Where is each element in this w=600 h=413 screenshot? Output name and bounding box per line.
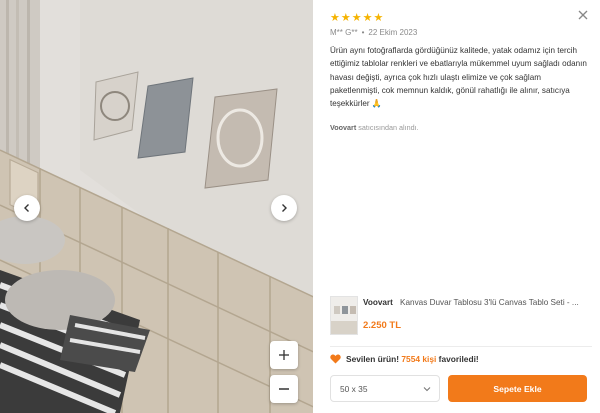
zoom-out-button[interactable] <box>270 375 298 403</box>
review-author: M** G** <box>330 28 358 37</box>
star-icon: ★ <box>330 12 340 24</box>
review-text: Ürün aynı fotoğraflarda gördüğünüz kalit… <box>330 46 587 109</box>
plus-icon <box>279 350 289 360</box>
product-thumbnail[interactable] <box>330 296 358 335</box>
next-photo-button[interactable] <box>271 195 297 221</box>
zoom-in-button[interactable] <box>270 341 298 369</box>
size-select-value: 50 x 35 <box>340 383 368 394</box>
star-icon: ★ <box>340 12 351 24</box>
favorite-suffix: favoriledi! <box>438 354 479 364</box>
star-icon: ★ <box>362 12 373 24</box>
seller-name[interactable]: Voovart <box>330 123 356 132</box>
previous-photo-button[interactable] <box>14 195 40 221</box>
review-photo <box>0 0 313 413</box>
product-brand[interactable]: Voovart <box>363 298 393 307</box>
product-price: 2.250 TL <box>363 320 402 331</box>
favorite-count: 7554 kişi <box>401 354 437 364</box>
meta-separator: • <box>361 28 365 37</box>
size-select[interactable]: 50 x 35 <box>330 375 440 402</box>
product-title[interactable]: Kanvas Duvar Tablosu 3'lü Canvas Tablo S… <box>400 298 590 307</box>
add-to-cart-button[interactable]: Sepete Ekle <box>448 375 587 402</box>
star-icon: ★ <box>373 12 384 24</box>
star-icon: ★ <box>351 12 362 24</box>
product-card[interactable]: Voovart Kanvas Duvar Tablosu 3'lü Canvas… <box>330 296 592 338</box>
divider <box>330 346 592 347</box>
review-date: 22 Ekim 2023 <box>368 28 418 37</box>
minus-icon <box>279 388 289 390</box>
close-icon[interactable] <box>577 9 589 21</box>
review-panel: ★ ★ ★ ★ ★ M** G** • 22 Ekim 2023 Ürün ay… <box>313 0 600 413</box>
seller-info: Voovart satıcısından alındı. <box>330 123 419 132</box>
photo-scene <box>0 0 313 413</box>
chevron-left-icon <box>24 204 29 212</box>
review-meta: M** G** • 22 Ekim 2023 <box>330 28 417 37</box>
seller-suffix: satıcısından alındı. <box>356 123 419 132</box>
favorite-info: Sevilen ürün! 7554 kişi favoriledi! <box>330 354 479 364</box>
chevron-down-icon <box>423 387 431 392</box>
rating-stars: ★ ★ ★ ★ ★ <box>330 13 383 24</box>
favorite-label: Sevilen ürün! <box>346 354 400 364</box>
chevron-right-icon <box>282 204 287 212</box>
product-image <box>331 297 357 334</box>
heart-icon <box>330 354 341 364</box>
